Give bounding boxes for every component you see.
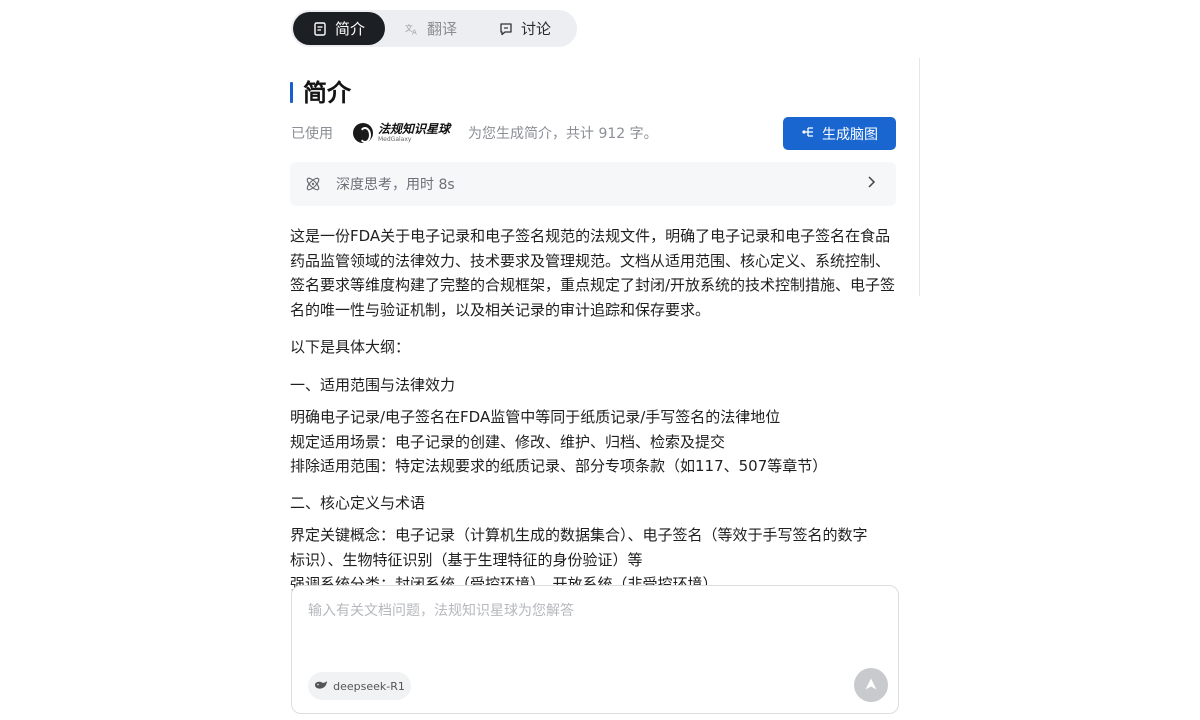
tab-translate-label: 翻译: [426, 20, 457, 38]
section-heading: 二、核心定义与术语: [290, 493, 426, 512]
mindmap-button-label: 生成脑图: [822, 126, 878, 143]
tab-summary[interactable]: 简介: [293, 12, 385, 45]
atom-icon: [304, 175, 322, 193]
document-icon: [313, 21, 327, 36]
mindmap-icon: [801, 125, 815, 143]
panel-divider: [919, 58, 920, 296]
tab-translate[interactable]: 文A 翻译: [385, 12, 477, 45]
svg-text:A: A: [412, 28, 417, 36]
summary-note: 为您生成简介，共计 912 字。: [468, 126, 658, 142]
generated-by-row: 已使用 法规知识星球 MedGalaxy 为您生成简介，共计 912 字。: [291, 118, 658, 148]
outline-label: 以下是具体大纲：: [290, 338, 411, 356]
list-item: 明确电子记录/电子签名在FDA监管中等同于纸质记录/手写签名的法律地位: [290, 408, 781, 426]
list-item: 界定关键概念：电子记录（计算机生成的数据集合）、电子签名（等效于手写签名的数字标…: [290, 526, 868, 569]
brand-name: 法规知识星球: [378, 122, 451, 136]
title-accent-bar: [290, 82, 293, 103]
tab-bar: 简介 文A 翻译 讨论: [291, 10, 577, 47]
model-label: deepseek-R1: [333, 679, 405, 693]
translate-icon: 文A: [405, 22, 419, 36]
list-item: 排除适用范围：特定法规要求的纸质记录、部分专项条款（如117、507等章节）: [290, 457, 828, 475]
deep-thinking-panel[interactable]: 深度思考，用时 8s: [290, 162, 896, 206]
section-heading: 一、适用范围与法律效力: [290, 375, 456, 394]
tab-discuss-label: 讨论: [520, 20, 551, 38]
model-selector[interactable]: deepseek-R1: [308, 672, 411, 700]
tab-summary-label: 简介: [334, 20, 365, 38]
chat-icon: [499, 22, 513, 36]
question-placeholder: 输入有关文档问题，法规知识星球为您解答: [308, 603, 574, 619]
question-input[interactable]: 输入有关文档问题，法规知识星球为您解答 deepseek-R1: [291, 585, 899, 714]
chevron-right-icon: [866, 175, 876, 193]
brand-logo: 法规知识星球 MedGalaxy: [353, 123, 450, 143]
used-prefix: 已使用: [291, 126, 333, 142]
whale-icon: [314, 680, 328, 693]
send-icon: [864, 676, 878, 695]
summary-content: 这是一份FDA关于电子记录和电子签名规范的法规文件，明确了电子记录和电子签名在食…: [290, 224, 900, 597]
intro-paragraph: 这是一份FDA关于电子记录和电子签名规范的法规文件，明确了电子记录和电子签名在食…: [290, 227, 896, 319]
list-item: 规定适用场景：电子记录的创建、修改、维护、归档、检索及提交: [290, 432, 726, 451]
deep-thinking-label: 深度思考，用时 8s: [336, 177, 455, 193]
page-title: 简介: [303, 79, 351, 107]
brand-logo-mark: [353, 123, 373, 143]
send-button[interactable]: [854, 668, 888, 702]
brand-subname: MedGalaxy: [378, 136, 412, 143]
tab-discuss[interactable]: 讨论: [477, 12, 573, 45]
generate-mindmap-button[interactable]: 生成脑图: [783, 117, 896, 150]
